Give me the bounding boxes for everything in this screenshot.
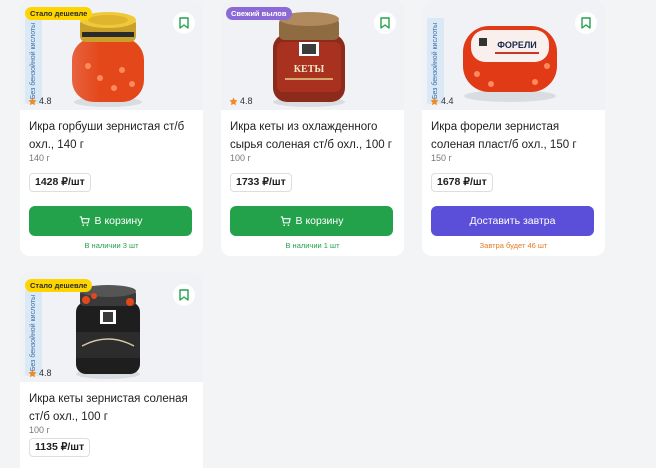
product-image-area[interactable]: Без бензойной кислоты Стало дешевле 4.8 (20, 0, 203, 110)
rating-value: 4.8 (240, 96, 253, 106)
bookmark-button[interactable] (173, 12, 195, 34)
product-image: ФОРЕЛИ (462, 26, 557, 102)
product-price: 1135 ₽/шт (29, 438, 91, 457)
product-price: 1428 ₽/шт (29, 173, 91, 192)
star-icon (28, 368, 37, 377)
product-grid: Без бензойной кислоты Стало дешевле 4.8 … (20, 0, 620, 468)
deliver-tomorrow-button[interactable]: Доставить завтра (431, 206, 594, 236)
add-to-cart-label: В корзину (295, 215, 344, 227)
bookmark-button[interactable] (575, 12, 597, 34)
product-image-area[interactable]: КЕТЫ Свежий вылов 4.8 (221, 0, 404, 110)
star-icon (229, 96, 238, 105)
product-price: 1678 ₽/шт (431, 173, 493, 192)
deliver-tomorrow-label: Доставить завтра (469, 215, 556, 227)
bookmark-button[interactable] (173, 284, 195, 306)
product-weight: 100 г (29, 425, 50, 435)
rating: 4.8 (229, 96, 253, 106)
product-title[interactable]: Икра форели зернистая соленая пласт/б ох… (431, 118, 599, 154)
product-title[interactable]: Икра кеты зернистая соленая ст/б охл., 1… (29, 390, 197, 426)
add-to-cart-button[interactable]: В корзину (29, 206, 192, 236)
product-card[interactable]: ФОРЕЛИ Без бензойной кислоты 4.4 Икра фо… (422, 0, 605, 256)
rating: 4.8 (28, 96, 52, 106)
rating: 4.4 (430, 96, 454, 106)
product-card[interactable]: КЕТЫ Свежий вылов 4.8 Икра кеты из охлаж… (221, 0, 404, 256)
bookmark-icon (179, 17, 189, 29)
product-image-area[interactable]: ФОРЕЛИ Без бензойной кислоты 4.4 (422, 0, 605, 110)
cart-icon (79, 215, 90, 226)
delivery-status: Завтра будет 46 шт (479, 241, 548, 250)
rating: 4.8 (28, 368, 52, 378)
product-price: 1733 ₽/шт (230, 173, 292, 192)
no-benzoic-acid-tag: Без бензойной кислоты (25, 18, 42, 104)
fresh-catch-badge: Свежий вылов (226, 7, 292, 20)
discount-badge: Стало дешевле (25, 279, 93, 292)
product-weight: 100 г (230, 153, 251, 163)
no-benzoic-acid-tag: Без бензойной кислоты (427, 18, 444, 104)
rating-value: 4.8 (39, 368, 52, 378)
bookmark-button[interactable] (374, 12, 396, 34)
bookmark-icon (380, 17, 390, 29)
stock-status: В наличии 3 шт (84, 241, 139, 250)
package-label: ФОРЕЛИ (497, 40, 536, 50)
add-to-cart-label: В корзину (94, 215, 143, 227)
rating-value: 4.4 (441, 96, 454, 106)
bookmark-icon (179, 289, 189, 301)
bookmark-icon (581, 17, 591, 29)
rating-value: 4.8 (39, 96, 52, 106)
cart-icon (280, 215, 291, 226)
product-title[interactable]: Икра кеты из охлажденного сырья соленая … (230, 118, 398, 154)
product-title[interactable]: Икра горбуши зернистая ст/б охл., 140 г (29, 118, 197, 154)
stock-status: В наличии 1 шт (285, 241, 340, 250)
product-weight: 150 г (431, 153, 452, 163)
product-card[interactable]: Без бензойной кислоты Стало дешевле 4.8 … (20, 272, 203, 468)
star-icon (430, 96, 439, 105)
product-weight: 140 г (29, 153, 50, 163)
star-icon (28, 96, 37, 105)
add-to-cart-button[interactable]: В корзину (230, 206, 393, 236)
no-benzoic-acid-tag: Без бензойной кислоты (25, 290, 42, 376)
package-label: КЕТЫ (294, 64, 325, 75)
product-card[interactable]: Без бензойной кислоты Стало дешевле 4.8 … (20, 0, 203, 256)
discount-badge: Стало дешевле (25, 7, 93, 20)
product-image-area[interactable]: Без бензойной кислоты Стало дешевле 4.8 (20, 272, 203, 382)
